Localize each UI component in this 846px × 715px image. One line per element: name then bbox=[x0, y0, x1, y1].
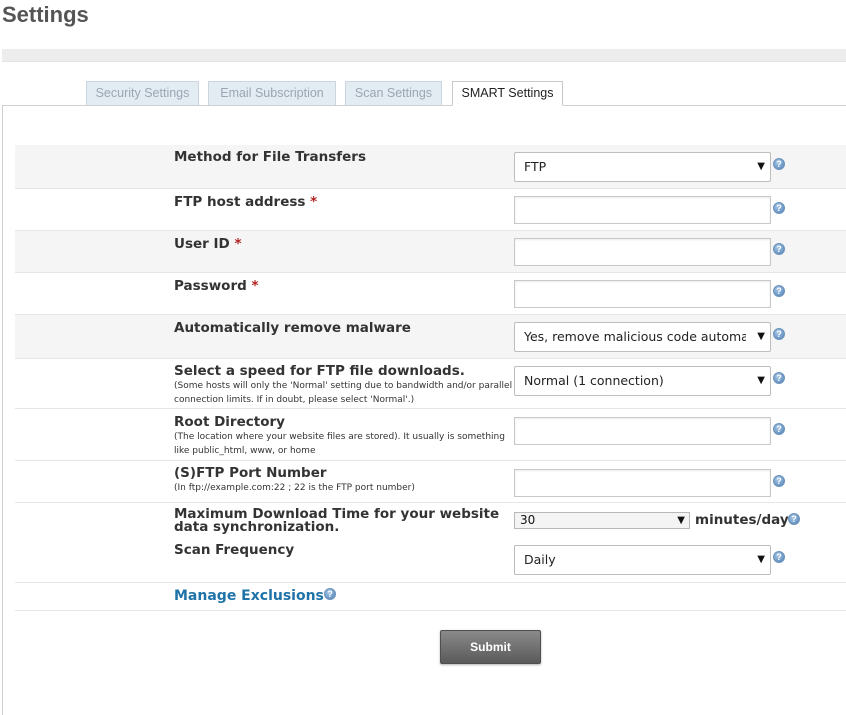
row-exclusions: Manage Exclusions ? bbox=[15, 583, 846, 611]
row-malware: Automatically remove malware Yes, remove… bbox=[15, 315, 846, 359]
port-hint: (In ftp://example.com:22 ; 22 is the FTP… bbox=[174, 483, 415, 493]
port-label: (S)FTP Port Number (In ftp://example.com… bbox=[174, 466, 519, 495]
frequency-select-value: Daily bbox=[524, 552, 556, 567]
speed-select-value: Normal (1 connection) bbox=[524, 373, 664, 388]
user-label-text: User ID bbox=[174, 236, 230, 252]
row-password: Password * ? bbox=[15, 273, 846, 315]
question-help-icon[interactable]: ? bbox=[773, 328, 785, 340]
user-label: User ID * bbox=[174, 237, 519, 251]
question-help-icon[interactable]: ? bbox=[773, 372, 785, 384]
row-speed: Select a speed for FTP file downloads. (… bbox=[15, 359, 846, 409]
password-label: Password * bbox=[174, 279, 519, 293]
port-label-text: (S)FTP Port Number bbox=[174, 465, 327, 481]
row-scan-frequency: Scan Frequency Daily ▼ ? bbox=[15, 539, 846, 583]
malware-select-value: Yes, remove malicious code automatically bbox=[524, 329, 746, 344]
host-label-text: FTP host address bbox=[174, 194, 306, 210]
question-help-icon[interactable]: ? bbox=[773, 285, 785, 297]
question-help-icon[interactable]: ? bbox=[324, 588, 336, 600]
frequency-label: Scan Frequency bbox=[174, 542, 295, 558]
host-input[interactable] bbox=[514, 196, 771, 224]
page-title: Settings bbox=[2, 2, 89, 27]
speed-label-text: Select a speed for FTP file downloads. bbox=[174, 363, 465, 379]
caret-down-icon: ▼ bbox=[753, 367, 765, 395]
caret-down-icon: ▼ bbox=[753, 323, 765, 351]
method-label: Method for File Transfers bbox=[174, 149, 366, 165]
required-marker: * bbox=[251, 278, 259, 294]
password-input[interactable] bbox=[514, 280, 771, 308]
user-id-input[interactable] bbox=[514, 238, 771, 266]
question-help-icon[interactable]: ? bbox=[773, 158, 785, 170]
submit-button[interactable]: Submit bbox=[440, 630, 541, 664]
method-select-value: FTP bbox=[524, 159, 547, 174]
question-help-icon[interactable]: ? bbox=[788, 513, 800, 525]
maxtime-unit: minutes/day bbox=[695, 512, 789, 528]
caret-down-icon: ▼ bbox=[753, 546, 765, 574]
tab-email-subscription[interactable]: Email Subscription bbox=[208, 81, 336, 105]
caret-down-icon: ▼ bbox=[677, 515, 685, 526]
tab-security-settings[interactable]: Security Settings bbox=[86, 81, 199, 105]
question-help-icon[interactable]: ? bbox=[773, 202, 785, 214]
maxtime-label: Maximum Download Time for your website d… bbox=[174, 506, 500, 535]
question-help-icon[interactable]: ? bbox=[773, 243, 785, 255]
row-root-directory: Root Directory (The location where your … bbox=[15, 409, 846, 461]
speed-hint: (Some hosts will only the 'Normal' setti… bbox=[174, 381, 513, 405]
malware-label: Automatically remove malware bbox=[174, 320, 411, 336]
smart-settings-panel: Method for File Transfers FTP ▼ ? FTP ho… bbox=[2, 105, 846, 715]
row-max-download-time: Maximum Download Time for your website d… bbox=[15, 503, 846, 539]
row-host: FTP host address * ? bbox=[15, 189, 846, 231]
root-label: Root Directory (The location where your … bbox=[174, 415, 519, 458]
speed-select[interactable]: Normal (1 connection) ▼ bbox=[514, 366, 771, 396]
method-select[interactable]: FTP ▼ bbox=[514, 152, 771, 182]
question-help-icon[interactable]: ? bbox=[773, 551, 785, 563]
maxtime-select[interactable]: 30 ▼ bbox=[514, 512, 690, 529]
manage-exclusions-link[interactable]: Manage Exclusions bbox=[174, 588, 324, 604]
row-user-id: User ID * ? bbox=[15, 231, 846, 273]
settings-tabs: Security Settings Email Subscription Sca… bbox=[0, 81, 846, 106]
header-divider-bar bbox=[2, 49, 846, 62]
tab-scan-settings[interactable]: Scan Settings bbox=[345, 81, 442, 105]
question-help-icon[interactable]: ? bbox=[773, 423, 785, 435]
maxtime-select-value: 30 bbox=[520, 513, 536, 527]
required-marker: * bbox=[234, 236, 242, 252]
speed-label: Select a speed for FTP file downloads. (… bbox=[174, 364, 519, 407]
row-method: Method for File Transfers FTP ▼ ? bbox=[15, 145, 846, 189]
port-input[interactable] bbox=[514, 469, 771, 497]
caret-down-icon: ▼ bbox=[753, 153, 765, 181]
password-label-text: Password bbox=[174, 278, 247, 294]
required-marker: * bbox=[310, 194, 318, 210]
root-label-text: Root Directory bbox=[174, 414, 285, 430]
row-port: (S)FTP Port Number (In ftp://example.com… bbox=[15, 461, 846, 503]
malware-select[interactable]: Yes, remove malicious code automatically… bbox=[514, 322, 771, 352]
host-label: FTP host address * bbox=[174, 195, 519, 209]
root-directory-input[interactable] bbox=[514, 417, 771, 445]
root-hint: (The location where your website files a… bbox=[174, 432, 505, 456]
frequency-select[interactable]: Daily ▼ bbox=[514, 545, 771, 575]
tab-smart-settings[interactable]: SMART Settings bbox=[452, 81, 563, 106]
question-help-icon[interactable]: ? bbox=[773, 475, 785, 487]
